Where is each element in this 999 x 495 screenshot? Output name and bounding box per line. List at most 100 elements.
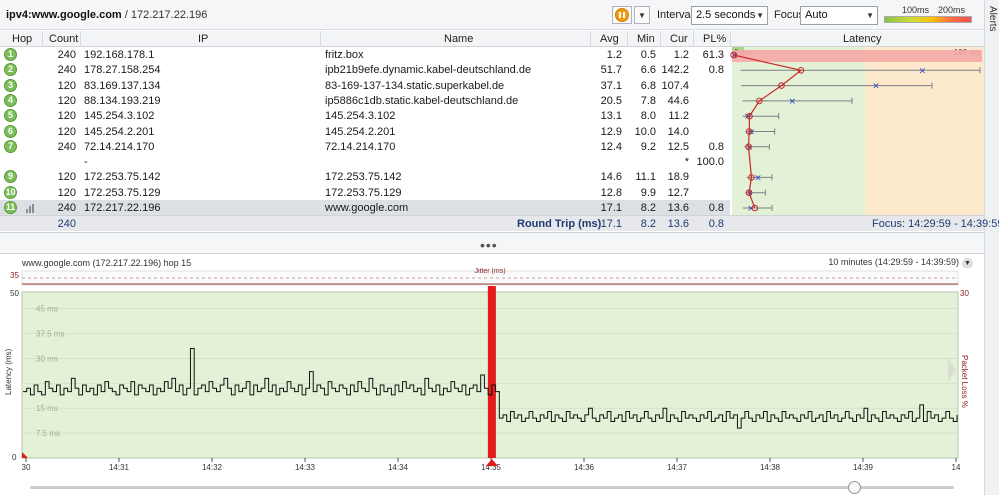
hop-row[interactable]: 4 120 88.134.193.219 ip5886c1db.static.kabe… (0, 93, 730, 109)
table-header: Hop Count IP Name Avg Min Cur PL% Latenc… (0, 31, 984, 47)
time-scroll-track[interactable] (30, 486, 954, 489)
time-tick-label: 14:33 (295, 463, 316, 472)
latency-mini-chart: 0 ms186 ms×××××××××× (730, 47, 984, 215)
latency-color-scale: 100ms 200ms (884, 5, 974, 25)
time-tick-label: 14 (952, 463, 961, 472)
time-scroll-handle[interactable] (848, 481, 861, 494)
toolbar: ipv4:www.google.com / 172.217.22.196 ▼ I… (0, 0, 984, 30)
total-label: Round Trip (ms) (517, 218, 602, 230)
col-name[interactable]: Name (444, 33, 473, 45)
col-avg[interactable]: Avg (600, 33, 619, 45)
time-tick-label: 14:34 (388, 463, 409, 472)
hop-avg: 20.5 (600, 94, 622, 107)
col-hop[interactable]: Hop (12, 33, 32, 45)
hop-avg: 1.2 (606, 49, 622, 61)
timeline-chart[interactable]: Jitter (ms) 35 45 ms 37.5 ms 30 ms 15 ms 7.5 m… (0, 268, 984, 474)
hop-count: 120 (57, 79, 76, 92)
hop-row[interactable]: - * 100.0 (0, 154, 739, 170)
hop-min: 7.8 (640, 94, 656, 107)
hop-row[interactable]: 2 240 178.27.158.254 ipb21b9efe.dynamic.kab… (0, 62, 739, 78)
interval-select[interactable]: 2.5 seconds ▼ (691, 6, 768, 25)
hop-name: 145.254.3.102 (325, 110, 396, 123)
hop-row[interactable]: 10 120 172.253.75.129 172.253.75.129 12.8 9.9… (0, 185, 730, 201)
pause-icon (615, 8, 629, 22)
hop-min: 9.2 (640, 140, 656, 153)
hop-name: 83-169-137-134.static.superkabel.de (325, 79, 505, 92)
hop-name: 172.253.75.142 (325, 171, 402, 184)
focus-value: Auto (805, 9, 828, 21)
hop-min: 11.1 (635, 171, 656, 184)
hop-name: fritz.box (325, 49, 364, 61)
hop-min: 8.2 (640, 202, 656, 214)
hop-ip: 72.14.214.170 (84, 140, 155, 153)
col-pl[interactable]: PL% (703, 33, 726, 45)
target-ip: / 172.217.22.196 (121, 9, 208, 21)
target-label: ipv4:www.google.com / 172.217.22.196 (6, 9, 207, 21)
hop-number-badge: 5 (4, 109, 17, 123)
total-count: 240 (57, 218, 76, 230)
hop-name: 72.14.214.170 (325, 140, 396, 153)
interval-label: Interval (657, 9, 694, 21)
jitter-max-label: 35 (10, 271, 19, 280)
hop-name: 145.254.2.201 (325, 125, 396, 138)
time-tick-label: 14:37 (667, 463, 688, 472)
col-count[interactable]: Count (49, 33, 78, 45)
total-min: 8.2 (640, 218, 656, 230)
total-avg: 17.1 (600, 218, 622, 230)
time-tick-label: 14:32 (202, 463, 223, 472)
focus-select[interactable]: Auto ▼ (800, 6, 878, 25)
packet-loss-bar (487, 286, 496, 458)
y-axis-label: Latency (ms) (4, 348, 13, 395)
pause-options-dropdown[interactable]: ▼ (634, 6, 650, 24)
graph-title: www.google.com (172.217.22.196) hop 15 (22, 258, 192, 268)
gridline-label: 45 ms (36, 305, 58, 314)
hop-cur: * (684, 156, 689, 169)
col-cur[interactable]: Cur (670, 33, 688, 45)
hop-row[interactable]: 7 240 72.14.214.170 72.14.214.170 12.4 9.2 12.… (0, 139, 739, 155)
alerts-label: Alerts (987, 6, 998, 32)
panel-splitter[interactable]: ••• (0, 232, 984, 254)
hop-cur: 13.6 (667, 202, 689, 214)
hop-count: 240 (57, 202, 76, 214)
hop-min: 6.6 (640, 64, 656, 77)
hop-number-badge: 10 (4, 185, 17, 199)
col-min[interactable]: Min (637, 33, 655, 45)
hop-row[interactable]: 1 240 192.168.178.1 fritz.box 1.2 0.5 1.2 61.3 (0, 47, 739, 63)
hop-cur: 44.6 (667, 94, 689, 107)
round-trip-row: 240 Round Trip (ms) 17.1 8.2 13.6 0.8 Fo… (0, 215, 999, 231)
hop-pl: 0.8 (708, 202, 724, 214)
hop-number-badge: 11 (4, 201, 17, 214)
hop-name: www.google.com (325, 202, 409, 214)
col-latency[interactable]: Latency (843, 33, 882, 45)
hop-name: 172.253.75.129 (325, 186, 402, 199)
hop-cur: 12.5 (667, 140, 689, 153)
alerts-panel-tab[interactable]: Alerts (984, 0, 999, 495)
y2-axis-label: Packet Loss % (960, 355, 969, 408)
time-tick-label: 14:36 (574, 463, 595, 472)
target-host: ipv4:www.google.com (6, 9, 122, 21)
time-tick-label: 14:39 (853, 463, 874, 472)
time-tick-label: 14:38 (760, 463, 781, 472)
hop-count: 120 (57, 171, 76, 184)
hop-ip: 145.254.3.102 (84, 110, 155, 123)
col-ip[interactable]: IP (198, 33, 208, 45)
time-tick-label: 30 (22, 463, 31, 472)
hop-avg: 12.9 (600, 125, 622, 138)
gridline-label: 15 ms (36, 404, 58, 413)
hop-row[interactable]: 9 120 172.253.75.142 172.253.75.142 14.6 11.1… (0, 169, 730, 185)
hop-cur: 11.2 (668, 110, 689, 123)
pause-button[interactable] (612, 6, 632, 24)
hop-row[interactable]: 5 120 145.254.3.102 145.254.3.102 13.1 8.0 11.… (0, 108, 730, 124)
hop-row[interactable]: 6 120 145.254.2.201 145.254.2.201 12.9 10.0 14… (0, 124, 730, 140)
drag-handle-icon: ••• (480, 237, 498, 253)
hop-ip: 178.27.158.254 (84, 64, 161, 77)
hop-ip: 172.217.22.196 (84, 202, 161, 214)
hop-name: ipb21b9efe.dynamic.kabel-deutschland.de (325, 64, 532, 77)
total-pl: 0.8 (708, 218, 724, 230)
hop-min: 8.0 (640, 110, 656, 123)
hop-cur: 107.4 (661, 79, 689, 92)
hop-avg: 51.7 (600, 64, 622, 77)
hop-number-badge: 1 (4, 48, 17, 61)
scale-gradient-bar (884, 16, 972, 23)
hop-row[interactable]: 3 120 83.169.137.134 83-169-137-134.static.… (0, 78, 730, 94)
